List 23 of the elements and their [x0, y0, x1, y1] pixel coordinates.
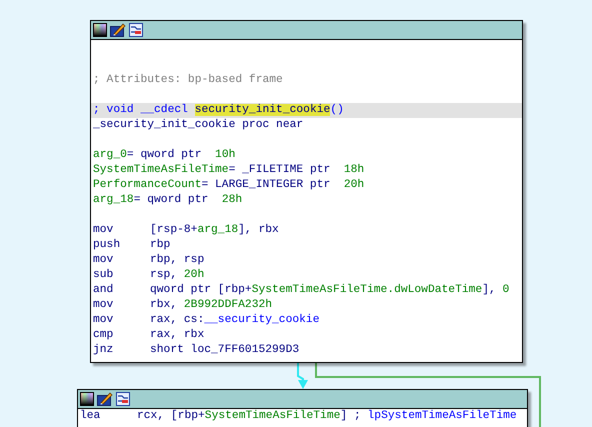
instruction-line: push rbp	[92, 238, 172, 253]
graph-icon[interactable]	[116, 392, 130, 406]
instruction-line: jnz short loc_7FF6015299D3	[92, 343, 300, 358]
instruction-line: and qword ptr [rbp+SystemTimeAsFileTime.dwLowDateTime], 0	[92, 283, 510, 298]
branch-arrow	[297, 363, 308, 389]
code-line: PerformanceCount= LARGE_INTEGER ptr 20h	[92, 178, 366, 193]
instruction-line: lea rcx, [rbp+SystemTimeAsFileTime] ; lpSystemTimeAsFileTime	[79, 409, 518, 424]
instruction-line: mov rax, cs:__security_cookie	[92, 313, 320, 328]
instruction-line: mov rbp, rsp	[92, 253, 206, 268]
code-line: SystemTimeAsFileTime= _FILETIME ptr 18h	[92, 163, 366, 178]
instruction-line: mov [rsp-8+arg_18], rbx	[92, 223, 280, 238]
instruction-line: cmp rax, rbx	[92, 328, 206, 343]
pencil-icon[interactable]	[110, 23, 126, 37]
palette-icon[interactable]	[80, 392, 94, 406]
palette-icon[interactable]	[93, 23, 107, 37]
code-line: _security_init_cookie proc near	[92, 118, 304, 133]
instruction-line: sub rsp, 20h	[92, 268, 206, 283]
pencil-icon[interactable]	[97, 392, 113, 406]
comment-line: ; Attributes: bp-based frame	[92, 73, 284, 88]
code-line: arg_0= qword ptr 10h	[92, 148, 236, 163]
code-line: arg_18= qword ptr 28h	[92, 193, 244, 208]
graph-icon[interactable]	[129, 23, 143, 37]
instruction-line: mov rbx, 2B992DDFA232h	[92, 298, 274, 313]
